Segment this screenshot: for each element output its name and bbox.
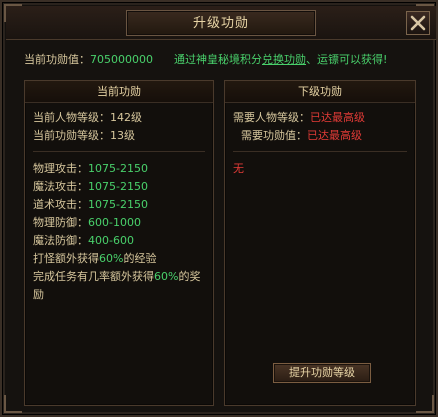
stat-label: 物理攻击： [33,162,88,175]
stat-value: 1075-2150 [88,198,148,211]
stat-value: 400-600 [88,234,134,247]
exchange-merit-link[interactable]: 兑换功勋 [262,53,306,66]
current-char-level: 当前人物等级：142级 [25,109,213,127]
frame-corner [4,395,22,413]
exp-bonus-prefix: 打怪额外获得 [33,252,99,265]
frame-corner [416,395,434,413]
current-merit-level: 当前功勋等级：13级 [25,127,213,145]
task-bonus-prefix: 完成任务有几率额外获得 [33,270,154,283]
stat-value: 600-1000 [88,216,141,229]
current-merit-level-label: 当前功勋等级： [33,129,110,142]
stat-row: 物理防御：600-1000 [25,214,213,232]
current-merit-value: 705000000 [90,53,153,66]
title-plate: 升级功勋 [126,10,316,36]
merit-summary: 当前功勋值：705000000 通过神皇秘境积分兑换功勋、运镖可以获得! [24,52,424,68]
next-merit-panel: 下级功勋 需要人物等级：已达最高级 需要功勋值：已达最高级 无 提升功勋等级 [224,80,416,406]
task-bonus: 完成任务有几率额外获得60%的奖励 [25,268,213,304]
panel-divider [233,151,407,152]
stat-label: 魔法攻击： [33,180,88,193]
stat-row: 魔法攻击：1075-2150 [25,178,213,196]
title-bar: 升级功勋 [6,6,436,40]
window-title: 升级功勋 [192,16,249,31]
merit-stats: 物理攻击：1075-2150 魔法攻击：1075-2150 道术攻击：1075-… [25,160,213,304]
required-char-level-label: 需要人物等级： [233,111,310,124]
merit-tip: 通过神皇秘境积分兑换功勋、运镖可以获得! [174,52,387,68]
required-char-level-value: 已达最高级 [310,111,365,124]
next-bonus-none: 无 [233,162,244,175]
next-merit-title: 下级功勋 [225,81,415,103]
current-merit-label: 当前功勋值： [24,53,90,66]
upgrade-merit-button[interactable]: 提升功勋等级 [273,363,371,383]
panel-divider [33,151,205,152]
close-button[interactable] [406,11,430,35]
stat-label: 道术攻击： [33,198,88,211]
merit-tip-prefix: 通过神皇秘境积分 [174,53,262,66]
stat-label: 物理防御： [33,216,88,229]
upgrade-merit-window: 升级功勋 当前功勋值：705000000 通过神皇秘境积分兑换功勋、运镖可以获得… [0,0,438,417]
exp-bonus-value: 60% [99,252,124,265]
current-char-level-label: 当前人物等级： [33,111,110,124]
stat-row: 魔法防御：400-600 [25,232,213,250]
required-char-level: 需要人物等级：已达最高级 [225,109,415,127]
exp-bonus: 打怪额外获得60%的经验 [25,250,213,268]
required-merit-value: 已达最高级 [307,129,362,142]
stat-label: 魔法防御： [33,234,88,247]
stat-row: 物理攻击：1075-2150 [25,160,213,178]
stat-value: 1075-2150 [88,162,148,175]
current-merit-panel: 当前功勋 当前人物等级：142级 当前功勋等级：13级 物理攻击：1075-21… [24,80,214,406]
required-merit: 需要功勋值：已达最高级 [225,127,415,145]
stat-value: 1075-2150 [88,180,148,193]
current-char-level-value: 142级 [110,111,142,124]
current-merit-level-value: 13级 [110,129,135,142]
required-merit-label: 需要功勋值： [241,129,307,142]
stat-row: 道术攻击：1075-2150 [25,196,213,214]
close-icon [407,15,429,37]
current-merit-title: 当前功勋 [25,81,213,103]
merit-tip-suffix: 、运镖可以获得! [306,53,388,66]
exp-bonus-suffix: 的经验 [123,252,157,265]
task-bonus-value: 60% [154,270,179,283]
